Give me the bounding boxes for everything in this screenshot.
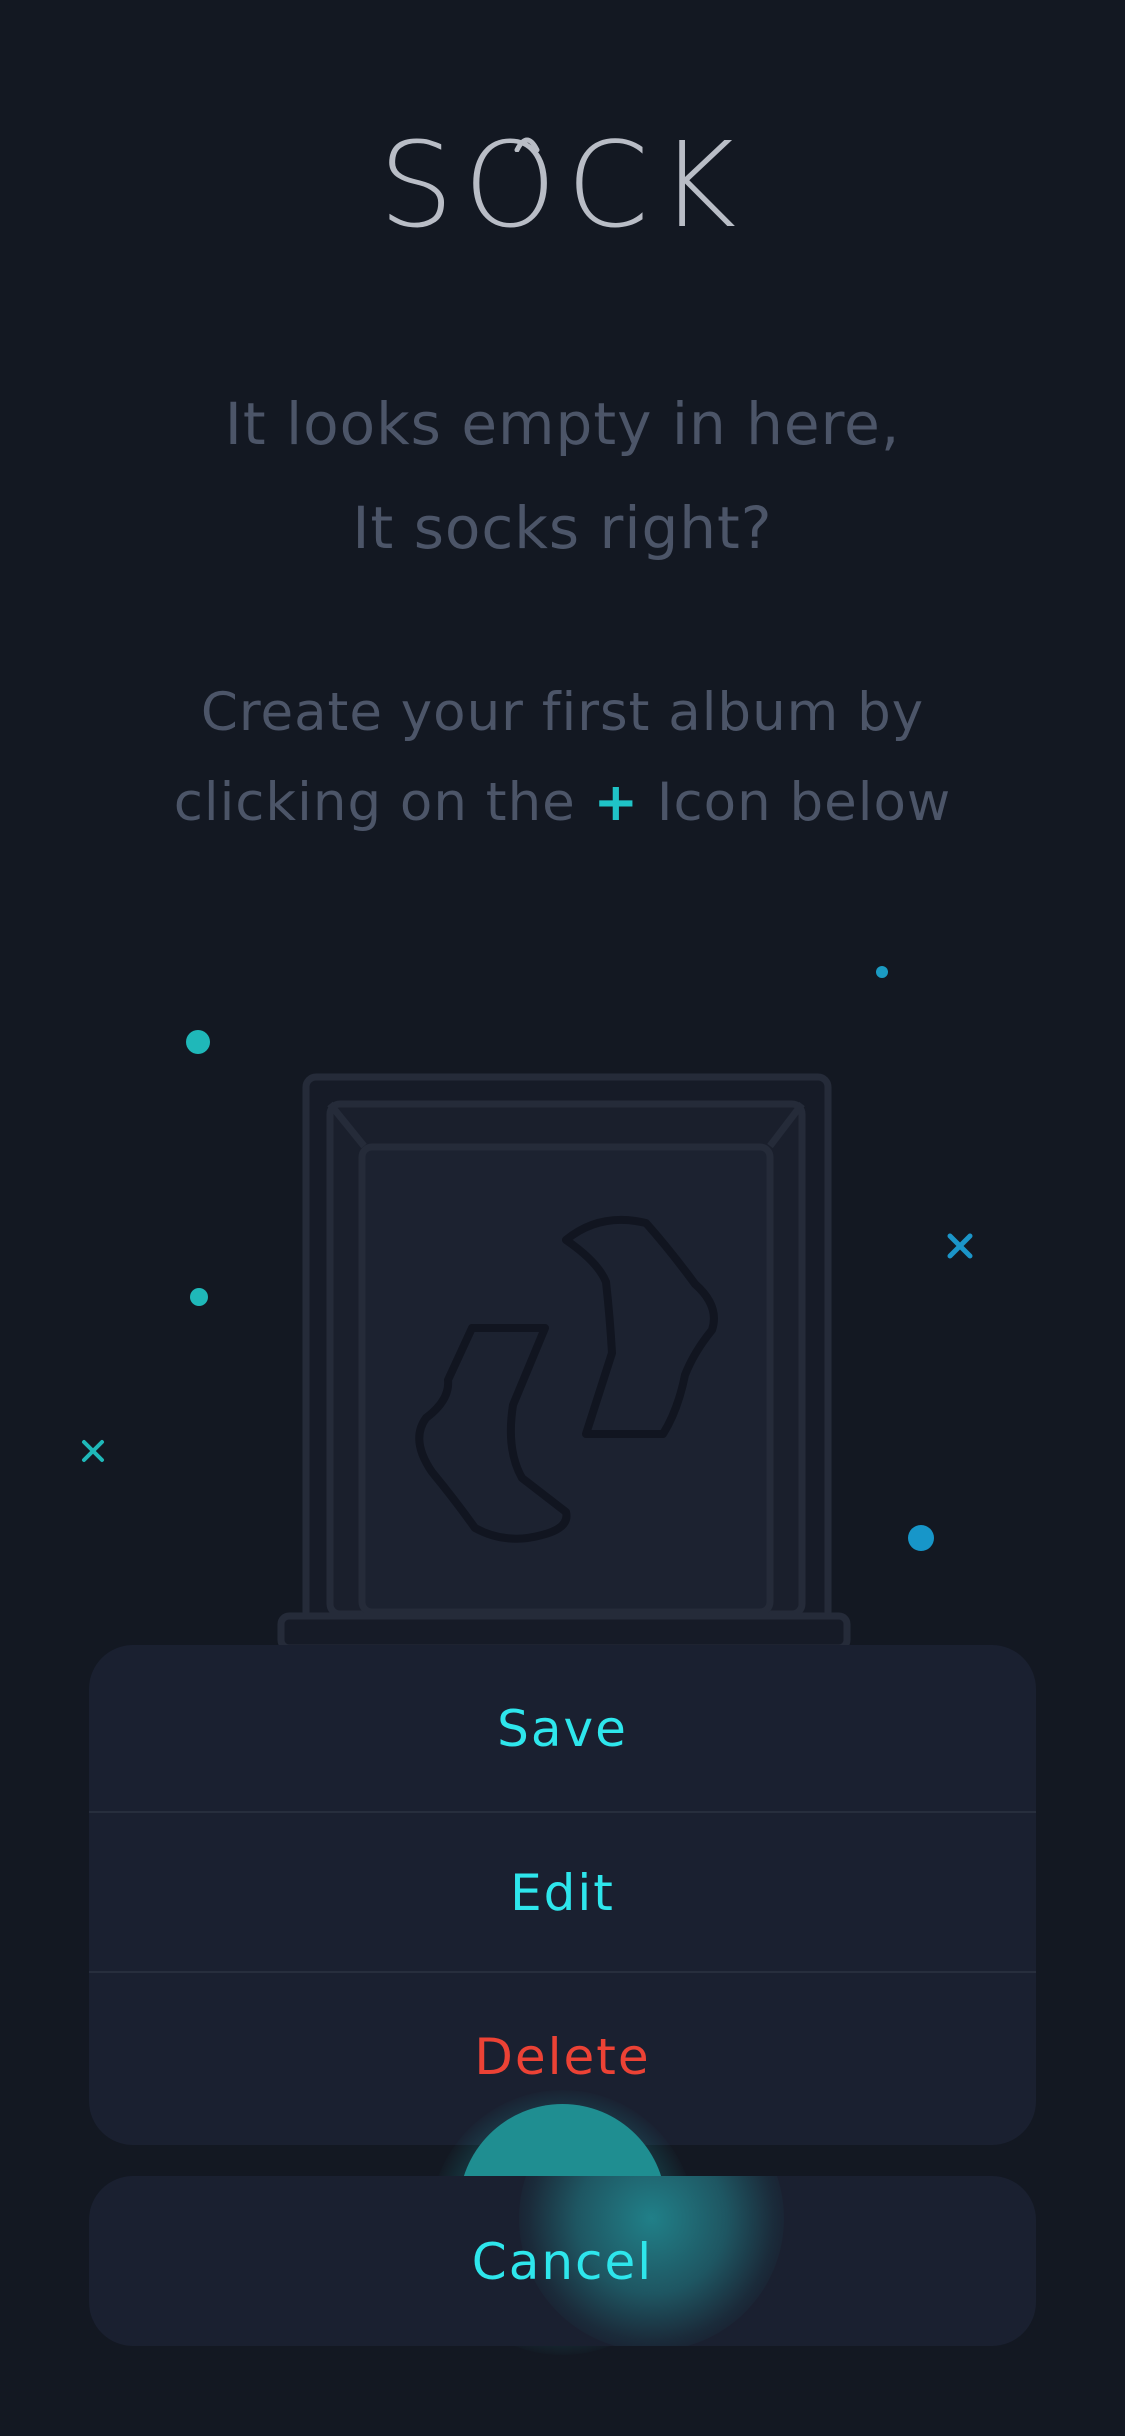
decor-dot — [876, 966, 888, 978]
decor-dot — [190, 1288, 208, 1306]
instruction-before: clicking on the — [173, 772, 594, 833]
instruction-line-2: clicking on the + Icon below — [0, 758, 1125, 848]
cancel-card: Cancel — [89, 2176, 1036, 2346]
app-logo: SOCK — [378, 116, 747, 254]
empty-state-headline: It looks empty in here, It socks right? — [0, 372, 1125, 580]
empty-state-instruction: Create your first album by clicking on t… — [0, 668, 1125, 848]
empty-albums-screen: SOCK It looks empty in here, It socks ri… — [0, 0, 1125, 2436]
photo-frame-with-socks-icon — [277, 1073, 851, 1652]
instruction-after: Icon below — [639, 772, 952, 833]
instruction-line-1: Create your first album by — [200, 682, 925, 743]
plus-icon: + — [593, 772, 640, 833]
decor-dot — [186, 1030, 210, 1054]
decor-cross — [82, 1440, 104, 1462]
cancel-button[interactable]: Cancel — [89, 2176, 1036, 2346]
action-sheet: Save Edit Delete — [89, 1645, 1036, 2145]
save-button[interactable]: Save — [89, 1645, 1036, 1813]
headline-line-2: It socks right? — [352, 494, 773, 562]
logo-hanger-icon — [514, 137, 540, 152]
socks-drawing — [415, 1215, 718, 1543]
decor-dot — [908, 1525, 934, 1551]
decor-cross — [947, 1233, 973, 1259]
edit-button[interactable]: Edit — [89, 1813, 1036, 1973]
headline-line-1: It looks empty in here, — [224, 390, 901, 458]
